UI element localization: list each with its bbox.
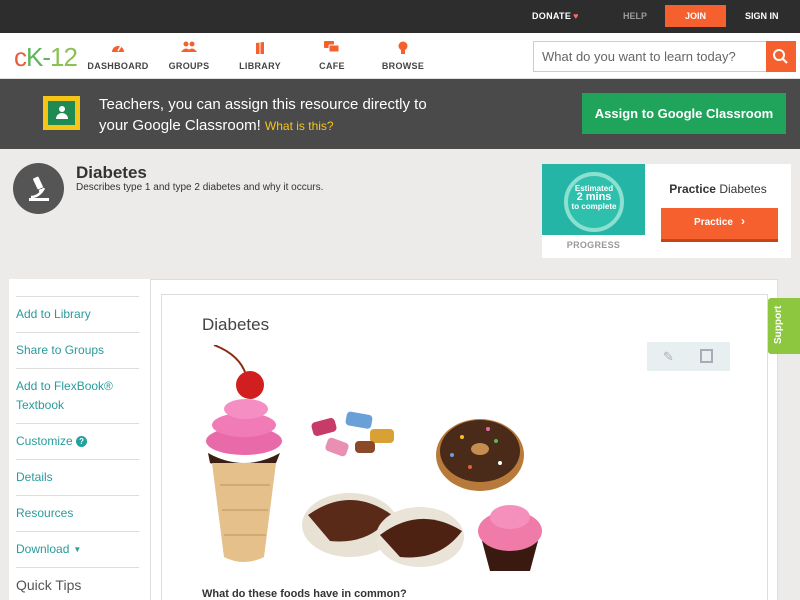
banner-text: Teachers, you can assign this resource d…	[99, 96, 427, 134]
nav-cafe-label: CAFE	[319, 61, 345, 71]
concept-description: Describes type 1 and type 2 diabetes and…	[76, 182, 324, 193]
pencil-icon[interactable]: ✎	[663, 349, 674, 365]
support-tab[interactable]: Support	[768, 298, 800, 354]
sidebar-label: Details	[16, 470, 53, 484]
sidebar-label-line2: Textbook	[16, 398, 65, 412]
progress-badge[interactable]: Estimated 2 mins to complete	[542, 164, 645, 235]
nav-dashboard[interactable]: DASHBOARD	[87, 41, 149, 71]
nav-library-label: LIBRARY	[239, 61, 281, 71]
browse-icon	[380, 41, 426, 57]
logo-c: c	[14, 42, 27, 72]
logo-dash: -	[42, 42, 51, 72]
content-caption: What do these foods have in common?	[202, 588, 407, 600]
cafe-icon	[316, 41, 348, 57]
logo-12: 12	[50, 42, 78, 72]
sidebar-item-add-to-flexbook[interactable]: Add to FlexBook® Textbook	[16, 368, 139, 423]
sidebar-item-customize[interactable]: Customize ?	[16, 423, 139, 459]
sidebar-item-details[interactable]: Details	[16, 459, 139, 495]
microscope-icon	[13, 163, 64, 214]
progress-label: PROGRESS	[566, 240, 621, 250]
chocolate-pastries-image	[302, 493, 464, 567]
help-link[interactable]: HELP	[623, 11, 647, 21]
nav-library[interactable]: LIBRARY	[238, 41, 282, 71]
foods-illustration	[206, 345, 542, 571]
practice-button-label: Practice	[694, 217, 733, 228]
sidebar-label: Quick Tips	[16, 577, 82, 593]
practice-card: Estimated 2 mins to complete PROGRESS Pr…	[542, 164, 791, 258]
sidebar: Add to Library Share to Groups Add to Fl…	[9, 279, 151, 600]
nav-groups-label: GROUPS	[168, 61, 210, 71]
banner-message: Teachers, you can assign this resource d…	[99, 94, 439, 137]
caret-down-icon: ▼	[73, 545, 82, 554]
sidebar-item-share-to-groups[interactable]: Share to Groups	[16, 332, 139, 368]
search-button[interactable]	[766, 41, 796, 72]
content-tools: ✎	[647, 342, 730, 371]
join-button[interactable]: JOIN	[665, 5, 726, 27]
search-icon	[773, 49, 788, 64]
nav-groups[interactable]: GROUPS	[165, 41, 213, 71]
sidebar-label: Resources	[16, 506, 74, 520]
candies-image	[311, 411, 394, 457]
nav-cafe[interactable]: CAFE	[316, 41, 348, 71]
dashboard-icon	[87, 41, 149, 57]
practice-heading: Practice Diabetes	[645, 182, 791, 196]
sidebar-label: Download	[16, 542, 70, 556]
search-box	[533, 41, 796, 72]
practice-button[interactable]: Practice ›	[661, 208, 778, 239]
donut-image	[436, 419, 524, 491]
library-icon	[238, 41, 282, 57]
top-bar: DONATE ♥ HELP JOIN SIGN IN	[0, 0, 800, 33]
estimated-time: Estimated 2 mins to complete	[568, 184, 620, 211]
content-title: Diabetes	[202, 315, 270, 334]
sign-in-link[interactable]: SIGN IN	[745, 11, 779, 21]
nav-dashboard-label: DASHBOARD	[87, 61, 149, 71]
support-label: Support	[773, 305, 784, 344]
practice-heading-bold: Practice	[669, 182, 716, 196]
sidebar-label: Add to FlexBook®	[16, 379, 113, 393]
search-input[interactable]	[534, 42, 766, 71]
sidebar-label: Add to Library	[16, 307, 91, 321]
sidebar-label: Share to Groups	[16, 343, 105, 357]
heart-icon: ♥	[573, 11, 579, 21]
practice-heading-topic: Diabetes	[719, 182, 767, 196]
estimated-mins: 2 mins	[576, 191, 612, 203]
sidebar-label: Customize	[16, 434, 73, 448]
concept-title: Diabetes	[76, 163, 147, 182]
donate-label: DONATE	[532, 11, 572, 21]
sidebar-item-download[interactable]: Download ▼	[16, 531, 139, 567]
sidebar-item-add-to-library[interactable]: Add to Library	[16, 296, 139, 332]
logo-k: K	[26, 42, 43, 72]
what-is-this-link[interactable]: What is this?	[265, 119, 334, 133]
to-complete-label: to complete	[571, 202, 617, 211]
nav-browse[interactable]: BROWSE	[380, 41, 426, 71]
assign-google-classroom-button[interactable]: Assign to Google Classroom	[582, 93, 786, 134]
main-nav: cK-12 DASHBOARD GROUPS LIBRARY CAFE BROW…	[0, 33, 800, 79]
google-classroom-icon	[43, 96, 80, 130]
nav-browse-label: BROWSE	[381, 61, 425, 71]
ice-cream-cone-image	[206, 345, 282, 562]
sidebar-item-resources[interactable]: Resources	[16, 495, 139, 531]
chevron-right-icon: ›	[740, 214, 745, 228]
google-classroom-banner: Teachers, you can assign this resource d…	[0, 79, 800, 149]
document-icon[interactable]	[700, 349, 713, 363]
cupcake-image	[478, 505, 542, 571]
ck12-logo[interactable]: cK-12	[14, 42, 78, 73]
sidebar-item-quick-tips[interactable]: Quick Tips	[16, 567, 139, 600]
donate-link[interactable]: DONATE ♥	[532, 11, 579, 21]
help-question-icon[interactable]: ?	[76, 436, 88, 447]
groups-icon	[165, 41, 213, 57]
